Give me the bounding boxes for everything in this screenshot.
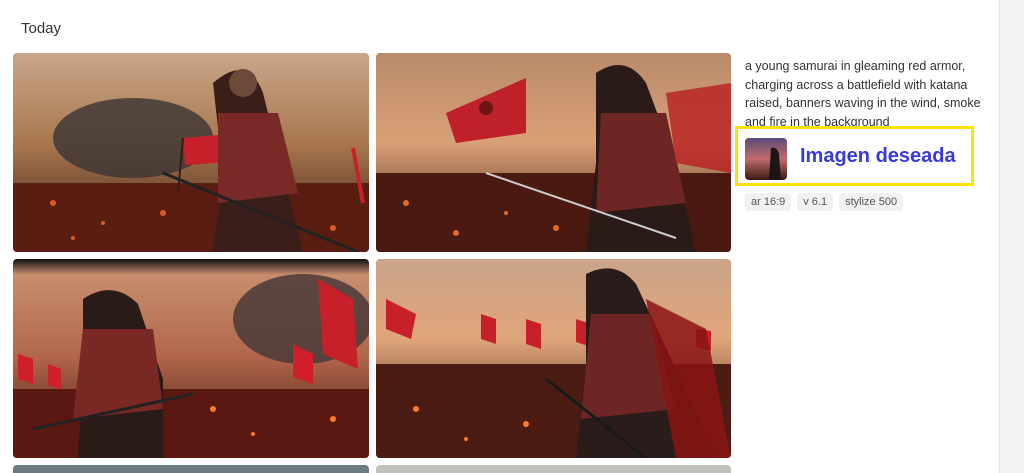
annotation-label: Imagen deseada [800, 145, 956, 167]
prompt-text: a young samurai in gleaming red armor, c… [745, 59, 981, 129]
generated-image-2[interactable] [376, 53, 731, 252]
scrollbar[interactable] [999, 0, 1024, 473]
generated-image-4[interactable] [376, 259, 731, 458]
generated-image-1[interactable] [13, 53, 369, 252]
generated-image-6[interactable] [376, 465, 731, 473]
generated-image-3[interactable] [13, 259, 369, 458]
param-version[interactable]: v 6.1 [797, 193, 834, 211]
param-aspect-ratio[interactable]: ar 16:9 [745, 193, 792, 211]
gallery-page: Today a young samurai in gleaming red ar… [0, 0, 1024, 473]
reference-thumbnail[interactable] [745, 138, 787, 180]
generated-image-5[interactable] [13, 465, 369, 473]
parameter-tags: ar 16:9 v 6.1 stylize 500 [745, 193, 904, 211]
param-stylize[interactable]: stylize 500 [839, 193, 904, 211]
section-title: Today [21, 20, 62, 37]
